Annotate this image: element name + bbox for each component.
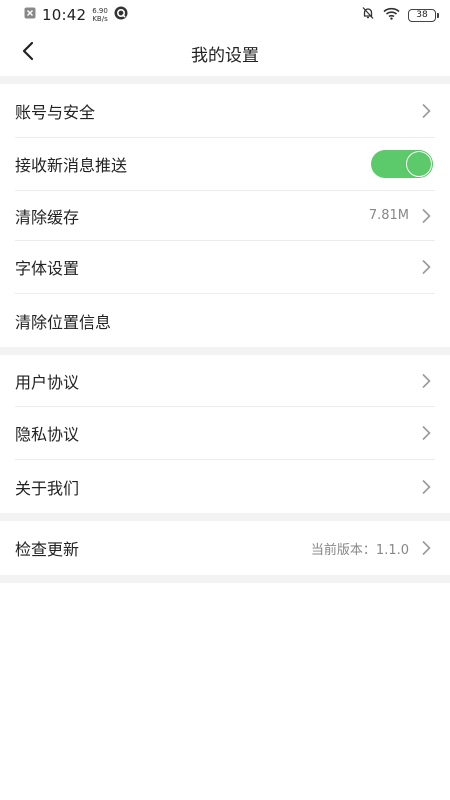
settings-group-general: 账号与安全 接收新消息推送 清除缓存 7.81M 字体设置 清除位置信息: [0, 84, 450, 347]
settings-group-legal: 用户协议 隐私协议 关于我们: [0, 355, 450, 513]
chevron-right-icon: [419, 258, 433, 276]
battery-level: 38: [416, 10, 428, 20]
battery-icon: 38: [408, 8, 439, 22]
row-label: 账号与安全: [15, 102, 96, 122]
net-speed-unit: KB/s: [92, 15, 108, 23]
row-label: 隐私协议: [15, 425, 80, 444]
row-clear-location[interactable]: 清除位置信息: [15, 294, 435, 347]
settings-group-update: 检查更新 当前版本：1.1.0: [0, 521, 450, 575]
row-label: 关于我们: [15, 478, 80, 498]
row-right: 当前版本：1.1.0: [311, 539, 433, 558]
row-label: 检查更新: [15, 540, 80, 559]
status-left: 10:42 6.90 KB/s: [24, 6, 128, 24]
notification-close-icon: [24, 7, 36, 23]
row-about-us[interactable]: 关于我们: [15, 460, 435, 513]
row-account-security[interactable]: 账号与安全: [15, 84, 435, 138]
cache-size-value: 7.81M: [368, 208, 409, 223]
row-check-update[interactable]: 检查更新 当前版本：1.1.0: [15, 521, 435, 575]
row-right: [419, 102, 433, 120]
row-right: [371, 150, 433, 178]
row-font-settings[interactable]: 字体设置: [15, 241, 435, 294]
row-label: 用户协议: [15, 372, 80, 392]
section-separator: [0, 575, 450, 583]
back-chevron-icon: [21, 41, 35, 65]
status-bar: 10:42 6.90 KB/s 38: [0, 0, 450, 30]
row-right: [419, 372, 433, 390]
row-user-agreement[interactable]: 用户协议: [15, 355, 435, 407]
page-title: 我的设置: [191, 45, 259, 66]
chevron-right-icon: [419, 539, 433, 557]
row-label: 接收新消息推送: [15, 156, 128, 175]
section-separator: [0, 347, 450, 355]
chevron-right-icon: [419, 424, 433, 442]
chevron-right-icon: [419, 478, 433, 496]
push-notification-toggle[interactable]: [371, 150, 433, 178]
chevron-right-icon: [419, 207, 433, 225]
chevron-right-icon: [419, 102, 433, 120]
status-right: 38: [361, 6, 439, 24]
row-privacy-agreement[interactable]: 隐私协议: [15, 407, 435, 460]
title-bar: 我的设置: [0, 30, 450, 76]
mute-bell-icon: [361, 6, 375, 24]
back-button[interactable]: [14, 39, 42, 67]
wifi-icon: [383, 7, 400, 24]
row-clear-cache[interactable]: 清除缓存 7.81M: [15, 191, 435, 241]
row-right: [419, 258, 433, 276]
net-speed: 6.90 KB/s: [92, 7, 108, 23]
toggle-knob: [406, 151, 432, 177]
status-time: 10:42: [42, 6, 87, 24]
app-q-icon: [114, 6, 128, 24]
row-right: 7.81M: [369, 207, 433, 225]
row-message-push: 接收新消息推送: [15, 138, 435, 191]
section-separator: [0, 76, 450, 84]
row-label: 清除缓存: [15, 207, 80, 227]
row-label: 字体设置: [15, 259, 80, 278]
row-right: [419, 424, 433, 442]
row-label: 清除位置信息: [15, 312, 112, 332]
chevron-right-icon: [419, 372, 433, 390]
row-right: [419, 478, 433, 496]
section-separator: [0, 513, 450, 521]
empty-area: [0, 583, 450, 800]
current-version-value: 当前版本：1.1.0: [310, 542, 409, 558]
net-speed-value: 6.90: [92, 7, 108, 15]
